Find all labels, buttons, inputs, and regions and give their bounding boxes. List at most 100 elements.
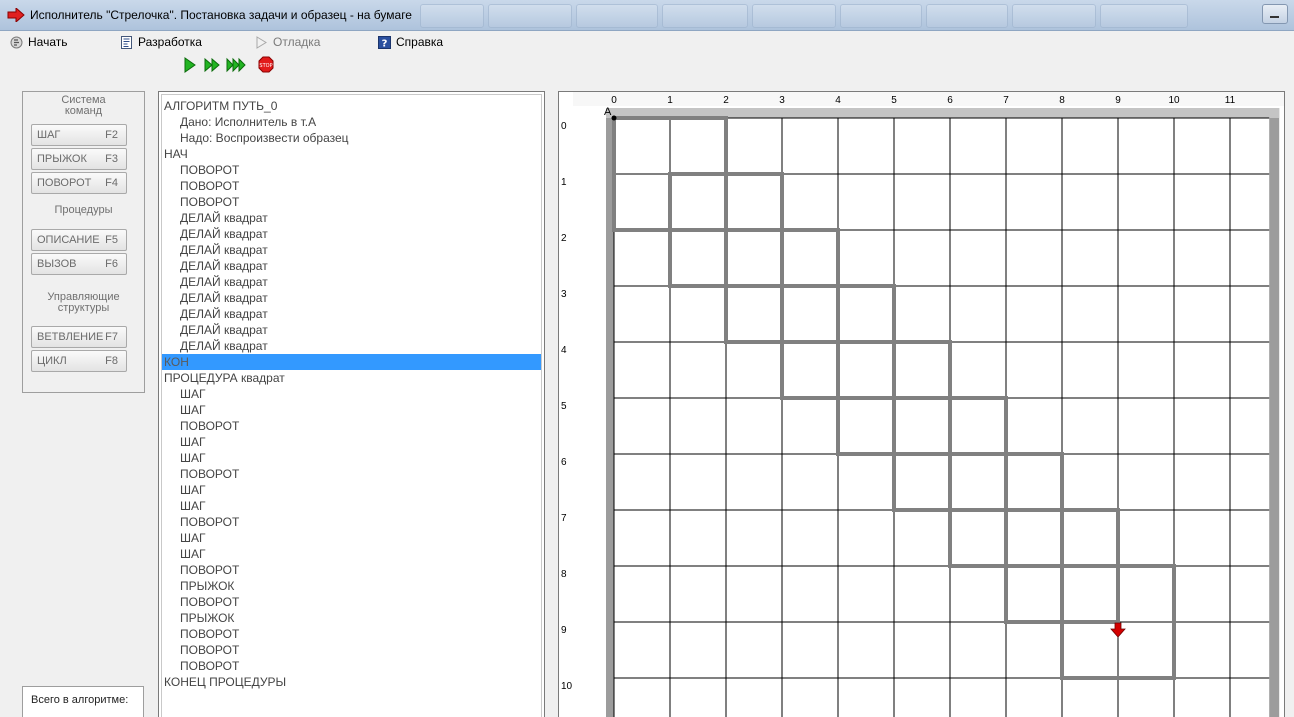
column-label: 2 — [723, 95, 729, 106]
minimize-button[interactable] — [1262, 4, 1288, 24]
control-structures-label: Управляющие структуры — [47, 291, 120, 314]
code-line[interactable]: ПОВОРОТ — [162, 466, 541, 482]
code-line[interactable]: ДЕЛАЙ квадрат — [162, 290, 541, 306]
debug-triangle-icon — [256, 35, 267, 49]
code-line[interactable]: ПОВОРОТ — [162, 626, 541, 642]
code-line[interactable]: ДЕЛАЙ квадрат — [162, 274, 541, 290]
code-line[interactable]: ШАГ — [162, 450, 541, 466]
status-box: Всего в алгоритме: — [22, 686, 144, 717]
menu-start[interactable]: Начать — [10, 34, 68, 50]
red-arrow-icon — [7, 8, 25, 22]
start-icon — [10, 36, 23, 48]
code-line[interactable]: ДЕЛАЙ квадрат — [162, 242, 541, 258]
code-line[interactable]: ПРОЦЕДУРА квадрат — [162, 370, 541, 386]
column-label: 4 — [835, 95, 841, 106]
code-line[interactable]: ШАГ — [162, 482, 541, 498]
code-line[interactable]: Надо: Воспроизвести образец — [162, 130, 541, 146]
menu-debug-label: Отладка — [273, 35, 321, 49]
jump-button[interactable]: ПРЫЖОК F3 — [31, 148, 127, 170]
window-title: Исполнитель "Стрелочка". Постановка зада… — [30, 8, 412, 22]
code-line[interactable]: ШАГ — [162, 530, 541, 546]
start-point — [611, 115, 617, 121]
code-line[interactable]: НАЧ — [162, 146, 541, 162]
play-icon[interactable] — [180, 56, 200, 74]
code-line[interactable]: КОНЕЦ ПРОЦЕДУРЫ — [162, 674, 541, 690]
code-line[interactable]: ШАГ — [162, 402, 541, 418]
sheet-right-edge — [1269, 108, 1280, 717]
code-line[interactable]: ПРЫЖОК — [162, 578, 541, 594]
code-line[interactable]: ПОВОРОТ — [162, 514, 541, 530]
command-panel: Система команд ШАГ F2 ПРЫЖОК F3 ПОВОРОТ F4 … — [22, 91, 145, 393]
column-label: 3 — [779, 95, 785, 106]
algorithm-lines: АЛГОРИТМ ПУТЬ_0 Дано: Исполнитель в т.А На… — [161, 94, 542, 717]
total-in-algorithm-label: Всего в алгоритме: — [31, 694, 129, 706]
code-line[interactable]: Дано: Исполнитель в т.А — [162, 114, 541, 130]
code-line[interactable]: ДЕЛАЙ квадрат — [162, 226, 541, 242]
row-label: 8 — [561, 569, 567, 580]
loop-button[interactable]: ЦИКЛ F8 — [31, 350, 127, 372]
column-label: 6 — [947, 95, 953, 106]
field-panel: 0 1 2 3 4 5 6 7 8 9 10 11 0 1 2 3 4 5 6 7 8 9 10 A — [558, 91, 1285, 717]
code-line[interactable]: ПОВОРОТ — [162, 194, 541, 210]
commands-system-label: Система команд — [61, 94, 106, 117]
column-label: 10 — [1168, 95, 1180, 106]
code-line[interactable]: ШАГ — [162, 546, 541, 562]
code-line[interactable]: АЛГОРИТМ ПУТЬ_0 — [162, 98, 541, 114]
row-label: 7 — [561, 513, 567, 524]
algorithm-editor[interactable]: АЛГОРИТМ ПУТЬ_0 Дано: Исполнитель в т.А На… — [158, 91, 545, 717]
code-line[interactable]: ДЕЛАЙ квадрат — [162, 322, 541, 338]
column-label: 9 — [1115, 95, 1121, 106]
code-line[interactable]: ПРЫЖОК — [162, 610, 541, 626]
row-label: 3 — [561, 289, 567, 300]
code-line[interactable]: ШАГ — [162, 434, 541, 450]
code-line[interactable]: ПОВОРОТ — [162, 642, 541, 658]
code-line[interactable]: ДЕЛАЙ квадрат — [162, 338, 541, 354]
code-line[interactable]: ПОВОРОТ — [162, 418, 541, 434]
code-line[interactable]: ДЕЛАЙ квадрат — [162, 258, 541, 274]
column-label: 7 — [1003, 95, 1009, 106]
code-line[interactable]: ДЕЛАЙ квадрат — [162, 210, 541, 226]
arrow-field[interactable]: 0 1 2 3 4 5 6 7 8 9 10 11 0 1 2 3 4 5 6 7 8 9 10 A — [559, 92, 1284, 717]
code-line[interactable]: ШАГ — [162, 386, 541, 402]
code-line[interactable]: ПОВОРОТ — [162, 178, 541, 194]
menu-development[interactable]: Разработка — [120, 34, 202, 50]
row-label: 5 — [561, 401, 567, 412]
code-line[interactable]: ПОВОРОТ — [162, 658, 541, 674]
background-taskbar-tabs — [420, 4, 1260, 28]
turn-button[interactable]: ПОВОРОТ F4 — [31, 172, 127, 194]
procedures-label: Процедуры — [54, 204, 113, 216]
step-forward-icon[interactable] — [202, 56, 222, 74]
executor-arrow-icon — [1110, 622, 1126, 638]
code-line[interactable]: ПОВОРОТ — [162, 594, 541, 610]
menu-development-label: Разработка — [138, 35, 202, 49]
column-label: 1 — [667, 95, 673, 106]
branch-button[interactable]: ВЕТВЛЕНИЕ F7 — [31, 326, 127, 348]
stop-label: STOP — [259, 63, 272, 69]
row-label: 9 — [561, 625, 567, 636]
column-label: 8 — [1059, 95, 1065, 106]
code-line-selected[interactable]: КОН — [162, 354, 541, 370]
svg-text:?: ? — [382, 38, 388, 49]
title-bar: Исполнитель "Стрелочка". Постановка зада… — [0, 0, 1294, 31]
step-button[interactable]: ШАГ F2 — [31, 124, 127, 146]
column-label: 5 — [891, 95, 897, 106]
menu-help[interactable]: ? Справка — [378, 34, 443, 50]
start-point-label: A — [604, 106, 612, 118]
call-button[interactable]: ВЫЗОВ F6 — [31, 253, 127, 275]
row-label: 10 — [561, 681, 573, 692]
menu-help-label: Справка — [396, 35, 444, 49]
menu-debug[interactable]: Отладка — [255, 34, 320, 50]
describe-button[interactable]: ОПИСАНИЕ F5 — [31, 229, 127, 251]
code-line[interactable]: ПОВОРОТ — [162, 562, 541, 578]
row-label: 4 — [561, 345, 567, 356]
code-line[interactable]: ПОВОРОТ — [162, 162, 541, 178]
help-icon: ? — [378, 35, 391, 49]
column-label: 0 — [611, 95, 617, 106]
row-label: 0 — [561, 121, 567, 132]
code-line[interactable]: ДЕЛАЙ квадрат — [162, 306, 541, 322]
row-label: 6 — [561, 457, 567, 468]
code-line[interactable]: ШАГ — [162, 498, 541, 514]
fast-forward-icon[interactable] — [226, 56, 246, 74]
stop-icon[interactable]: STOP — [256, 56, 276, 74]
row-label: 1 — [561, 177, 567, 188]
